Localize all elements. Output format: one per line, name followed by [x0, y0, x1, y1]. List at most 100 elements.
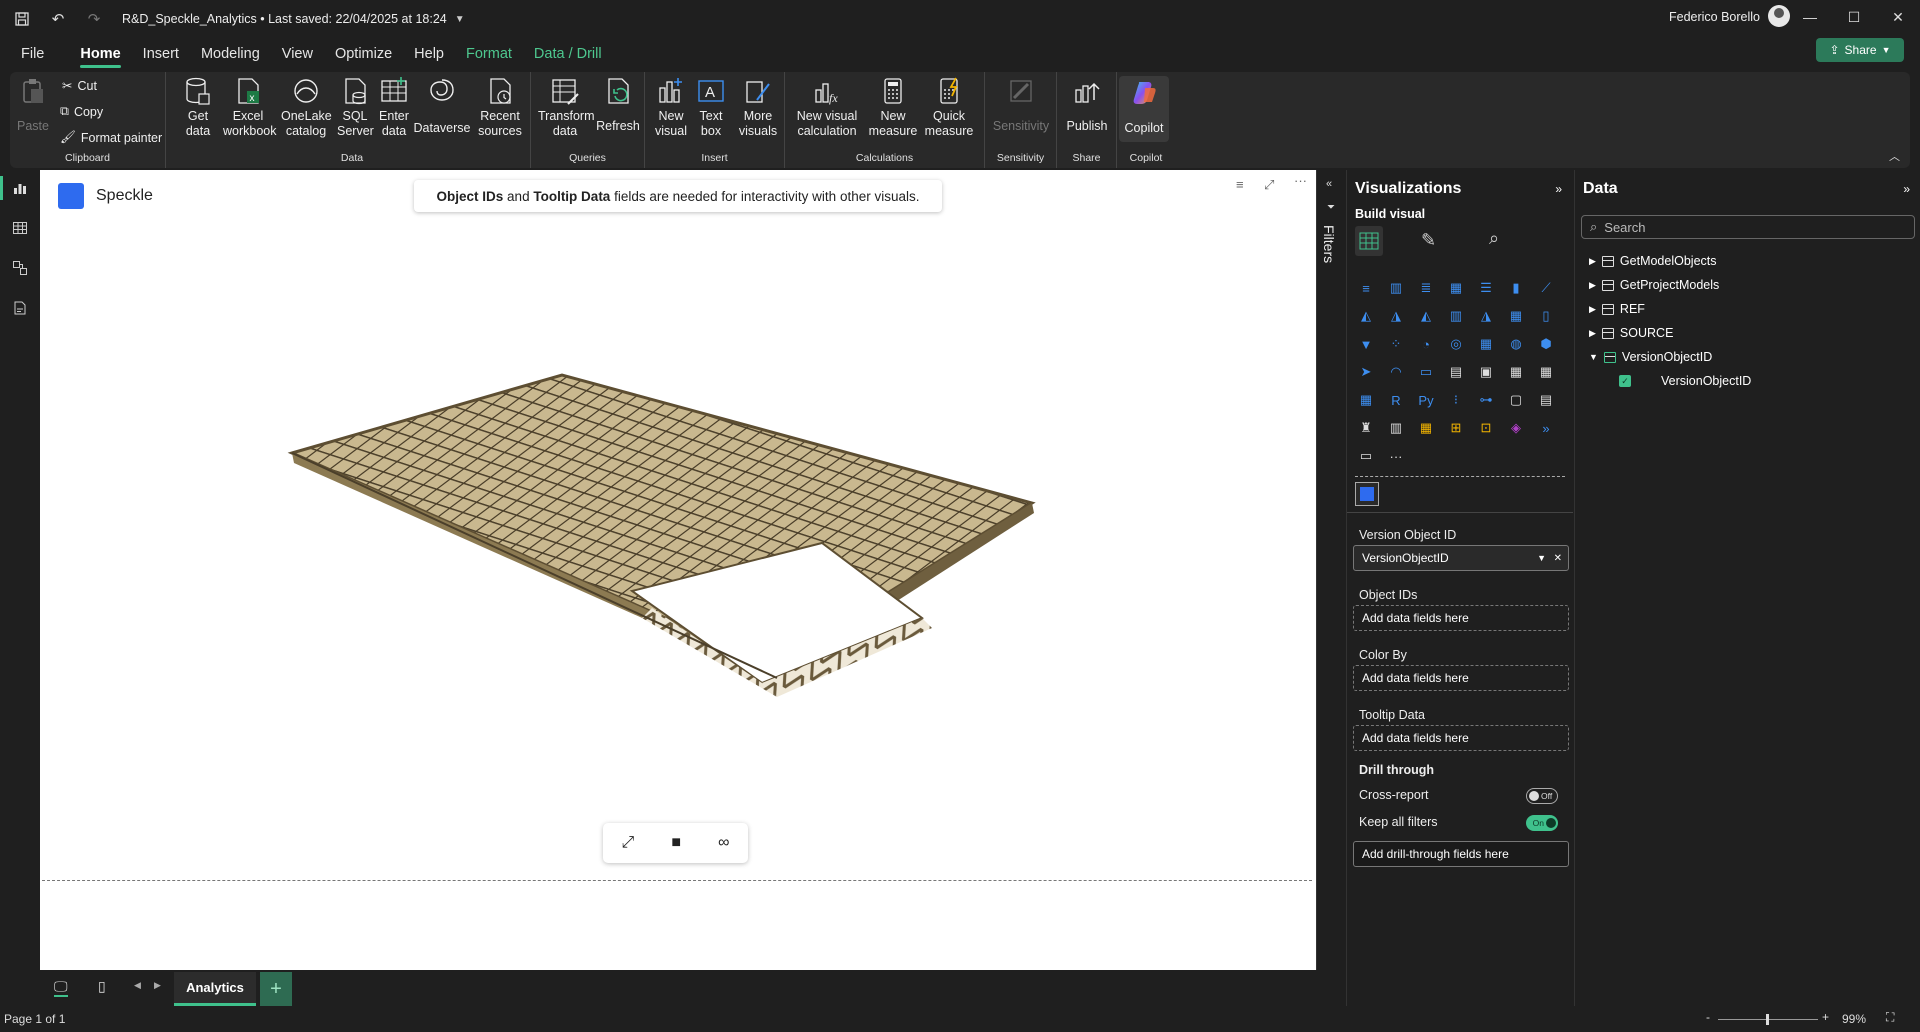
chevron-right-icon[interactable]: ▶ — [1589, 304, 1596, 315]
filled-map-icon[interactable]: ⬢ — [1535, 334, 1557, 354]
clustered-column-icon[interactable]: ▦ — [1445, 278, 1467, 298]
matrix-icon[interactable]: ▦ — [1355, 390, 1377, 410]
minimize-icon[interactable]: — — [1788, 0, 1832, 34]
tab-optimize[interactable]: Optimize — [324, 38, 403, 70]
enter-data-button[interactable]: Enter data — [376, 76, 412, 139]
table-source[interactable]: ▶ SOURCE — [1589, 326, 1673, 340]
r-visual-icon[interactable]: R — [1385, 390, 1407, 410]
donut-icon[interactable]: ◎ — [1445, 334, 1467, 354]
shape-icon[interactable]: ▭ — [1355, 446, 1377, 466]
map-icon[interactable]: ◍ — [1505, 334, 1527, 354]
tab-help[interactable]: Help — [403, 38, 455, 70]
paginated-icon[interactable]: ▤ — [1535, 390, 1557, 410]
100-area-icon[interactable]: ◭ — [1415, 306, 1437, 326]
checkbox-checked-icon[interactable]: ✓ — [1619, 375, 1631, 387]
text-box-button[interactable]: A Text box — [693, 76, 729, 139]
kpi-icon[interactable]: ▣ — [1475, 362, 1497, 382]
azure-map-icon[interactable]: ➤ — [1355, 362, 1377, 382]
smart-narrative-icon[interactable]: ▦ — [1415, 418, 1437, 438]
format-visual-icon[interactable]: ✎ — [1421, 230, 1436, 251]
stacked-area-icon[interactable]: ◮ — [1385, 306, 1407, 326]
table-view-icon[interactable] — [8, 216, 32, 240]
object-ids-well[interactable]: Add data fields here — [1353, 605, 1569, 631]
100-column-icon[interactable]: ▮ — [1505, 278, 1527, 298]
tooltip-data-well[interactable]: Add data fields here — [1353, 725, 1569, 751]
close-icon[interactable]: ✕ — [1876, 0, 1920, 34]
add-page-button[interactable]: + — [260, 972, 292, 1006]
build-visual-icon[interactable] — [1355, 226, 1383, 256]
share-button[interactable]: ⇪ Share ▼ — [1816, 38, 1904, 62]
maximize-icon[interactable]: ☐ — [1832, 0, 1876, 34]
focus-mode-icon[interactable]: ⤢ — [1264, 177, 1274, 193]
python-visual-icon[interactable]: Py — [1415, 390, 1437, 410]
user-name[interactable]: Federico Borello — [1669, 10, 1760, 24]
tab-format[interactable]: Format — [455, 38, 523, 70]
tab-data-drill[interactable]: Data / Drill — [523, 38, 613, 70]
table-getmodelobjects[interactable]: ▶ GetModelObjects — [1589, 254, 1717, 268]
more-visuals-button[interactable]: More visuals — [733, 76, 783, 139]
filter-icon[interactable]: ≡ — [1236, 177, 1244, 192]
undo-icon[interactable]: ↶ — [44, 5, 72, 33]
chevron-down-icon[interactable]: ▼ — [1589, 352, 1598, 362]
chevron-down-icon[interactable]: ▼ — [455, 14, 465, 25]
color-by-well[interactable]: Add data fields here — [1353, 665, 1569, 691]
recent-sources-button[interactable]: Recent sources — [472, 76, 528, 139]
onelake-catalog-button[interactable]: OneLake catalog — [278, 76, 334, 139]
model-view-icon[interactable] — [8, 256, 32, 280]
treemap-icon[interactable]: ▦ — [1475, 334, 1497, 354]
table-ref[interactable]: ▶ REF — [1589, 302, 1645, 316]
redo-icon[interactable]: ↷ — [80, 5, 108, 33]
zoom-in-icon[interactable]: + — [1822, 1010, 1829, 1024]
excel-workbook-button[interactable]: x Excel workbook — [220, 76, 277, 139]
format-painter-button[interactable]: 🖌 Format painter — [60, 130, 162, 145]
stacked-bar-icon[interactable]: ≡ — [1355, 278, 1377, 298]
speckle-visual[interactable]: Speckle Object IDs and Tooltip Data fiel… — [42, 173, 1312, 881]
save-icon[interactable] — [8, 5, 36, 33]
speckle-visual-icon[interactable] — [1355, 482, 1379, 506]
get-data-button[interactable]: Get data — [178, 76, 218, 139]
trophy-icon[interactable]: ♜ — [1355, 418, 1377, 438]
remove-field-icon[interactable]: ✕ — [1554, 553, 1562, 564]
document-title[interactable]: R&D_Speckle_Analytics • Last saved: 22/0… — [122, 12, 447, 26]
fit-to-page-icon[interactable]: ⛶ — [1886, 1010, 1894, 1025]
power-apps-icon[interactable]: ⊞ — [1445, 418, 1467, 438]
field-versionobjectid[interactable]: ✓ VersionObjectID — [1619, 374, 1751, 388]
tab-modeling[interactable]: Modeling — [190, 38, 271, 70]
zoom-out-icon[interactable]: - — [1706, 1010, 1710, 1024]
chevron-icon[interactable]: » — [1535, 418, 1557, 438]
collapse-ribbon-icon[interactable]: ︿ — [1889, 148, 1900, 164]
dax-query-view-icon[interactable] — [8, 296, 32, 320]
report-icon[interactable]: ▥ — [1385, 418, 1407, 438]
waterfall-icon[interactable]: ▯ — [1535, 306, 1557, 326]
chevron-right-icon[interactable]: ▶ — [1589, 280, 1596, 291]
refresh-button[interactable]: Refresh — [595, 76, 641, 134]
slicer-icon[interactable]: ▦ — [1505, 362, 1527, 382]
3d-model-viewport[interactable] — [42, 213, 1312, 813]
prev-page-icon[interactable]: ◀ — [134, 980, 141, 991]
funnel-icon[interactable]: ▼ — [1355, 334, 1377, 354]
100-bar-icon[interactable]: ☰ — [1475, 278, 1497, 298]
next-page-icon[interactable]: ▶ — [154, 980, 161, 991]
qa-icon[interactable]: ▢ — [1505, 390, 1527, 410]
desktop-layout-icon[interactable]: 🖵 — [54, 978, 68, 997]
transform-data-button[interactable]: Transform data — [537, 76, 595, 139]
camera-icon[interactable]: ■ — [671, 834, 681, 852]
collapse-filters-icon[interactable]: « — [1326, 178, 1332, 190]
avatar[interactable] — [1768, 5, 1790, 27]
new-visual-button[interactable]: New visual — [651, 76, 691, 139]
card-icon[interactable]: ▭ — [1415, 362, 1437, 382]
filters-label[interactable]: Filters — [1321, 225, 1337, 263]
filters-pane[interactable]: « ⏷ Filters — [1316, 170, 1346, 970]
report-canvas[interactable]: Speckle Object IDs and Tooltip Data fiel… — [40, 170, 1345, 970]
publish-button[interactable]: Publish — [1063, 76, 1111, 134]
collapse-viz-icon[interactable]: » — [1555, 182, 1562, 196]
table-icon[interactable]: ▦ — [1535, 362, 1557, 382]
quick-measure-button[interactable]: Quick measure — [921, 76, 977, 139]
tab-home[interactable]: Home — [69, 38, 131, 70]
cut-button[interactable]: ✂ Cut — [62, 78, 97, 94]
new-visual-calculation-button[interactable]: fx New visual calculation — [789, 76, 865, 139]
chevron-right-icon[interactable]: ▶ — [1589, 256, 1596, 267]
decomposition-tree-icon[interactable]: ⊶ — [1475, 390, 1497, 410]
stacked-column-icon[interactable]: ▥ — [1385, 278, 1407, 298]
sensitivity-button[interactable]: Sensitivity — [989, 76, 1053, 134]
